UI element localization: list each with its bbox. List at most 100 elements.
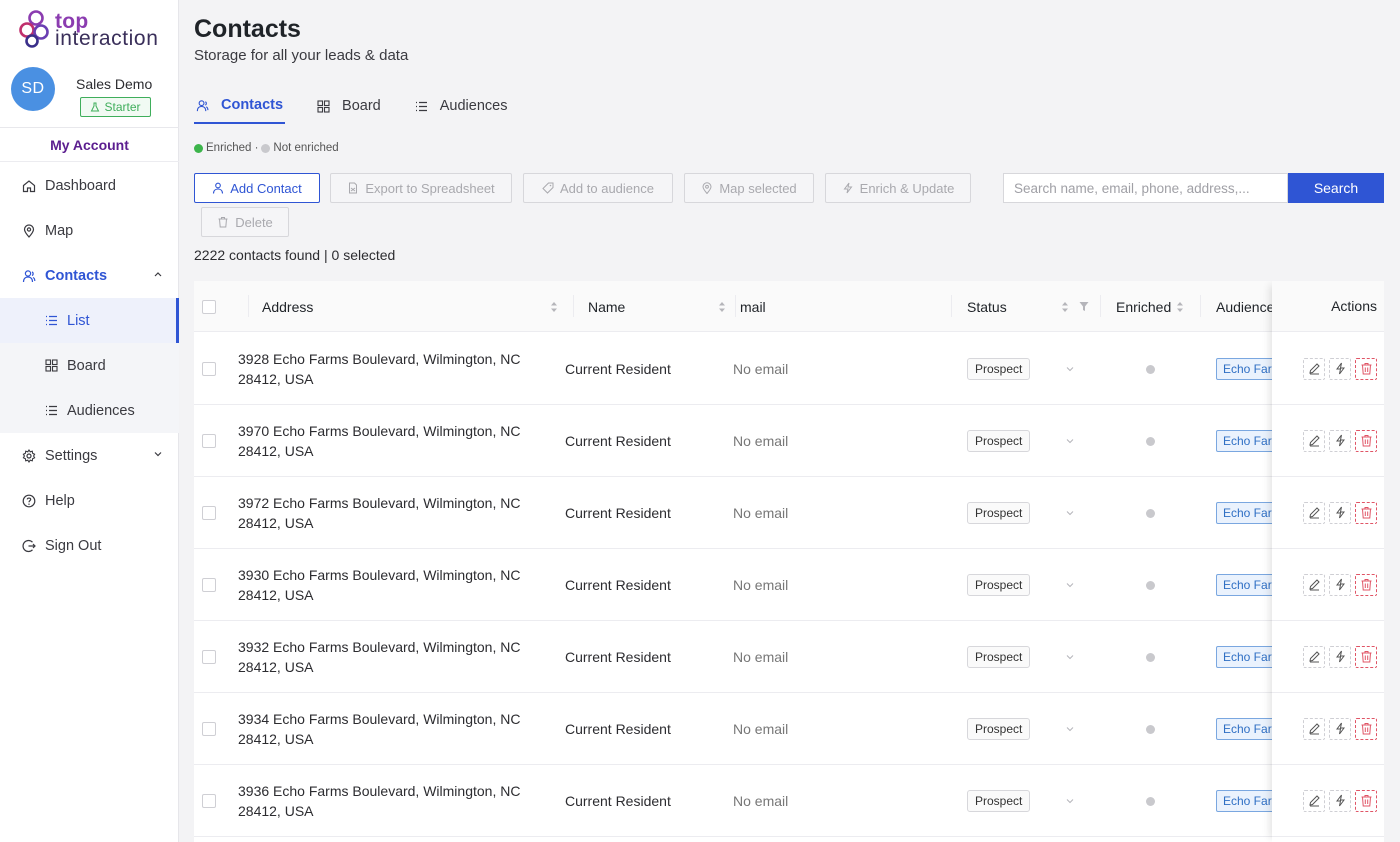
enrich-button[interactable] <box>1329 429 1351 452</box>
enrich-update-button[interactable]: Enrich & Update <box>825 173 971 203</box>
row-checkbox[interactable] <box>202 650 216 664</box>
edit-button[interactable] <box>1303 717 1325 740</box>
add-to-audience-button[interactable]: Add to audience <box>523 173 673 203</box>
sidebar-item-label: Audiences <box>67 402 135 419</box>
delete-row-button[interactable] <box>1355 429 1377 452</box>
name-cell: Current Resident <box>565 721 671 737</box>
table-row[interactable]: 3928 Echo Farms Boulevard, Wilmington, N… <box>194 333 1384 405</box>
row-checkbox[interactable] <box>202 434 216 448</box>
export-button[interactable]: Export to Spreadsheet <box>330 173 512 203</box>
add-contact-button[interactable]: Add Contact <box>194 173 320 203</box>
row-checkbox[interactable] <box>202 794 216 808</box>
status-badge[interactable]: Prospect <box>967 502 1031 524</box>
column-header-address[interactable]: Address <box>262 281 558 332</box>
name-cell: Current Resident <box>565 505 671 521</box>
chevron-down-icon[interactable] <box>1065 652 1075 662</box>
edit-button[interactable] <box>1303 429 1325 452</box>
delete-button[interactable]: Delete <box>201 207 289 237</box>
sidebar-item-settings[interactable]: Settings <box>0 433 179 478</box>
sort-icon[interactable] <box>1061 300 1069 314</box>
sort-icon[interactable] <box>718 300 726 314</box>
delete-row-button[interactable] <box>1355 573 1377 596</box>
sort-icon[interactable] <box>1176 300 1184 314</box>
chevron-down-icon[interactable] <box>1065 724 1075 734</box>
status-badge[interactable]: Prospect <box>967 430 1031 452</box>
edit-button[interactable] <box>1303 573 1325 596</box>
edit-button[interactable] <box>1303 357 1325 380</box>
delete-row-button[interactable] <box>1355 501 1377 524</box>
sidebar-item-contacts[interactable]: Contacts <box>0 253 179 298</box>
table-row[interactable]: 3934 Echo Farms Boulevard, Wilmington, N… <box>194 693 1384 765</box>
column-header-enriched[interactable]: Enriched <box>1116 281 1184 332</box>
sidebar-item-list[interactable]: List <box>0 298 179 343</box>
chevron-down-icon[interactable] <box>1065 364 1075 374</box>
tag-icon <box>542 182 554 194</box>
trash-icon <box>1361 507 1371 519</box>
tab-board[interactable]: Board <box>315 88 383 124</box>
enrich-button[interactable] <box>1329 573 1351 596</box>
row-checkbox[interactable] <box>202 362 216 376</box>
status-badge[interactable]: Prospect <box>967 790 1031 812</box>
status-badge[interactable]: Prospect <box>967 358 1031 380</box>
sidebar-item-map[interactable]: Map <box>0 208 179 253</box>
row-checkbox[interactable] <box>202 722 216 736</box>
chevron-down-icon[interactable] <box>1065 580 1075 590</box>
delete-row-button[interactable] <box>1355 717 1377 740</box>
table-row[interactable]: 3930 Echo Farms Boulevard, Wilmington, N… <box>194 549 1384 621</box>
sort-icon[interactable] <box>550 300 558 314</box>
lightning-icon <box>1335 434 1345 447</box>
status-badge[interactable]: Prospect <box>967 718 1031 740</box>
sidebar-item-sign-out[interactable]: Sign Out <box>0 523 179 568</box>
column-header-email[interactable]: mail <box>740 281 940 332</box>
email-cell: No email <box>733 577 789 593</box>
chevron-down-icon[interactable] <box>1065 796 1075 806</box>
avatar[interactable]: SD <box>11 67 55 111</box>
brand-logo[interactable]: top interaction <box>18 10 163 50</box>
column-header-audience[interactable]: Audience <box>1216 281 1276 332</box>
column-divider <box>1200 295 1201 317</box>
enrich-button[interactable] <box>1329 645 1351 668</box>
grid-icon <box>317 99 330 113</box>
select-all-checkbox[interactable] <box>202 299 216 314</box>
flask-icon <box>91 102 100 112</box>
table-row[interactable]: 3936 Echo Farms Boulevard, Wilmington, N… <box>194 765 1384 837</box>
address-line2: 28412, USA <box>238 659 314 675</box>
column-header-status[interactable]: Status <box>967 281 1069 332</box>
chevron-down-icon[interactable] <box>1065 508 1075 518</box>
status-badge[interactable]: Prospect <box>967 646 1031 668</box>
sidebar-item-dashboard[interactable]: Dashboard <box>0 163 179 208</box>
edit-button[interactable] <box>1303 789 1325 812</box>
search-input[interactable] <box>1003 173 1288 203</box>
chevron-down-icon[interactable] <box>1065 436 1075 446</box>
enriched-cell <box>1146 693 1155 765</box>
my-account-link[interactable]: My Account <box>0 128 179 162</box>
edit-button[interactable] <box>1303 645 1325 668</box>
lightning-icon <box>1335 722 1345 735</box>
search-button[interactable]: Search <box>1288 173 1384 203</box>
edit-button[interactable] <box>1303 501 1325 524</box>
column-header-name[interactable]: Name <box>588 281 726 332</box>
filter-icon[interactable] <box>1079 301 1089 312</box>
status-badge[interactable]: Prospect <box>967 574 1031 596</box>
delete-row-button[interactable] <box>1355 789 1377 812</box>
table-row[interactable]: 3970 Echo Farms Boulevard, Wilmington, N… <box>194 405 1384 477</box>
enrich-button[interactable] <box>1329 717 1351 740</box>
table-row[interactable]: 3932 Echo Farms Boulevard, Wilmington, N… <box>194 621 1384 693</box>
sidebar-item-board[interactable]: Board <box>0 343 179 388</box>
sidebar-item-audiences[interactable]: Audiences <box>0 388 179 433</box>
row-checkbox[interactable] <box>202 578 216 592</box>
tab-contacts[interactable]: Contacts <box>194 88 286 124</box>
row-checkbox[interactable] <box>202 506 216 520</box>
table-row[interactable]: 3972 Echo Farms Boulevard, Wilmington, N… <box>194 477 1384 549</box>
tab-audiences[interactable]: Audiences <box>413 88 510 124</box>
delete-row-button[interactable] <box>1355 357 1377 380</box>
enrich-button[interactable] <box>1329 789 1351 812</box>
row-checkbox-cell <box>202 333 216 405</box>
page-title: Contacts <box>194 15 301 43</box>
delete-row-button[interactable] <box>1355 645 1377 668</box>
enrich-button[interactable] <box>1329 357 1351 380</box>
map-selected-button[interactable]: Map selected <box>684 173 814 203</box>
enrich-button[interactable] <box>1329 501 1351 524</box>
address-line2: 28412, USA <box>238 371 314 387</box>
sidebar-item-help[interactable]: Help <box>0 478 179 523</box>
